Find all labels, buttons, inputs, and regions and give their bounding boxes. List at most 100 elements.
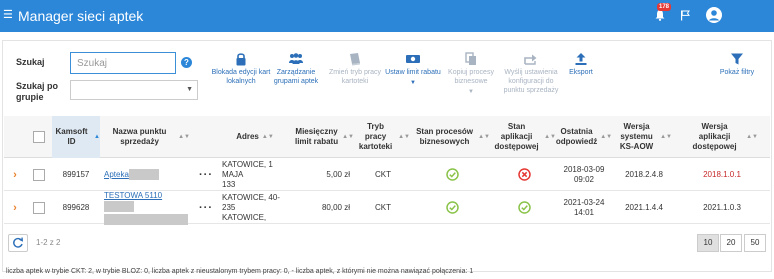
column-limit[interactable]: Miesięczny limit rabatu ▲▼ — [294, 116, 354, 158]
column-mode-label: Tryb pracy kartoteki — [358, 122, 393, 151]
mode-label-2: kartoteki — [341, 78, 369, 85]
share-icon — [524, 54, 537, 65]
app-title: Manager sieci aptek — [18, 8, 144, 24]
check-circle-icon — [445, 201, 459, 214]
select-all-checkbox[interactable] — [33, 131, 45, 143]
address-line-2: KATOWICE, — [222, 212, 267, 222]
cell-mode: CKT — [375, 169, 391, 179]
check-circle-icon — [445, 168, 459, 181]
cell-app-state — [492, 158, 556, 191]
column-last-reply[interactable]: Ostatnia odpowiedź ▲▼ — [555, 116, 612, 158]
cell-system-version: 2018.2.4.8 — [625, 169, 663, 179]
column-name[interactable]: Nazwa punktu sprzedaży ▲▼ — [104, 116, 190, 158]
top-bar: ☰ Manager sieci aptek 178 — [0, 0, 774, 32]
discount-label: Ustaw limit rabatu — [385, 69, 441, 76]
cell-address: KATOWICE, 1 MAJA 133 — [222, 158, 292, 191]
redacted-block — [104, 200, 134, 212]
cell-last-reply: 2021-03-24 14:01 — [558, 191, 610, 224]
column-kamsoft-id[interactable]: Kamsoft ID ▲ — [52, 116, 100, 158]
row-checkbox-cell — [30, 191, 48, 224]
table-row[interactable]: › 899628 TESTOWA 5110 ··· KATOWICE, 40-2… — [4, 191, 770, 225]
column-app-state-label: Stan aplikacji dostępowej — [494, 122, 539, 151]
address-line-2: 133 — [222, 179, 236, 189]
last-reply-time: 09:02 — [573, 174, 594, 184]
cell-address: KATOWICE, 40-235 KATOWICE, — [222, 191, 292, 224]
copy-icon — [465, 52, 476, 65]
cell-app-version: 2021.1.0.3 — [703, 202, 741, 212]
page-size-20[interactable]: 20 — [720, 234, 742, 252]
last-reply-time: 14:01 — [573, 207, 594, 217]
send-label-2: konfiguracji do — [508, 78, 554, 85]
row-checkbox[interactable] — [33, 201, 45, 214]
column-mode[interactable]: Tryb pracy kartoteki ▲▼ — [356, 116, 410, 158]
chevron-down-icon: ▼ — [468, 89, 474, 95]
row-checkbox[interactable] — [33, 168, 45, 181]
user-avatar-icon[interactable] — [706, 7, 722, 23]
search-label: Szukaj — [16, 57, 45, 67]
chevron-right-icon[interactable]: › — [13, 202, 17, 213]
column-app-version-label: Wersja aplikacji dostępowej — [692, 122, 737, 151]
pharmacy-link[interactable]: TESTOWA 5110 — [104, 191, 162, 200]
filters-label: Pokaż filtry — [719, 69, 755, 76]
cell-name: Apteka — [104, 158, 190, 191]
column-app-version[interactable]: Wersja aplikacji dostępowej ▲▼ — [686, 116, 758, 158]
sort-icon: ▲▼ — [342, 134, 354, 140]
expand-cell: › — [8, 191, 22, 224]
chevron-right-icon[interactable]: › — [13, 169, 17, 180]
cell-limit: 80,00 zł — [321, 202, 350, 212]
hamburger-icon[interactable]: ☰ — [3, 10, 13, 21]
money-icon — [406, 55, 420, 63]
table-row[interactable]: › 899157 Apteka ··· KATOWICE, 1 MAJA 133 … — [4, 158, 770, 191]
copy-label-1: Kopiuj procesy — [448, 69, 494, 76]
address-line-1: KATOWICE, 1 MAJA — [222, 159, 273, 179]
copy-processes-button[interactable]: Kopiuj procesy biznesowe ▼ — [439, 52, 503, 97]
refresh-button[interactable] — [8, 234, 28, 252]
column-system-version[interactable]: Wersja systemu KS-AOW ▲▼ — [616, 116, 672, 158]
cell-last-reply: 2018-03-09 09:02 — [558, 158, 610, 191]
column-app-state[interactable]: Stan aplikacji dostępowej ▲▼ — [492, 116, 556, 158]
sort-icon: ▲▼ — [261, 134, 274, 140]
export-button[interactable]: Eksport — [549, 52, 613, 77]
sort-icon: ▲▼ — [398, 134, 410, 140]
cell-app-version: 2018.1.0.1 — [703, 169, 741, 179]
error-circle-icon — [517, 168, 531, 181]
column-processes-label: Stan procesów biznesowych — [416, 127, 473, 146]
redacted-block — [104, 213, 188, 225]
sort-icon: ▲▼ — [178, 134, 190, 140]
column-processes[interactable]: Stan procesów biznesowych ▲▼ — [414, 116, 490, 158]
column-last-reply-label: Ostatnia odpowiedź — [555, 127, 598, 146]
group-label: Szukaj po grupie — [16, 81, 58, 103]
redacted-block — [128, 169, 159, 180]
manage-groups-button[interactable]: Zarządzanie grupami aptek — [264, 52, 328, 86]
cell-limit: 5,00 zł — [326, 169, 350, 179]
table-header: Kamsoft ID ▲ Nazwa punktu sprzedaży ▲▼ Adr… — [4, 116, 770, 158]
mode-label-1: Zmień tryb pracy — [328, 69, 382, 76]
sort-asc-icon: ▲ — [94, 134, 100, 140]
expand-cell: › — [8, 158, 22, 191]
more-options-icon[interactable]: ··· — [199, 169, 213, 180]
show-filters-button[interactable]: Pokaż filtry — [705, 52, 769, 77]
sort-icon: ▲▼ — [660, 134, 672, 140]
sort-icon: ▲▼ — [544, 134, 556, 140]
more-options-icon[interactable]: ··· — [199, 202, 213, 213]
group-label-line2: grupie — [16, 92, 44, 102]
search-input[interactable]: Szukaj — [70, 52, 176, 74]
page-size-50[interactable]: 50 — [744, 234, 766, 252]
column-address[interactable]: Adres ▲▼ — [222, 116, 288, 158]
flag-icon[interactable] — [680, 10, 690, 21]
footer-summary: liczba aptek w trybie CKT: 2, w trybie B… — [6, 268, 474, 275]
cell-mode: CKT — [375, 202, 391, 212]
send-label-3: punktu sprzedaży — [503, 87, 559, 94]
cell-app-state — [492, 191, 556, 224]
export-label: Eksport — [569, 69, 593, 76]
page-size-10[interactable]: 10 — [697, 234, 719, 252]
help-icon[interactable]: ? — [181, 57, 192, 68]
cell-name: TESTOWA 5110 — [104, 191, 190, 225]
change-mode-button[interactable]: Zmień tryb pracy kartoteki — [323, 52, 387, 86]
pharmacy-link[interactable]: Apteka — [104, 170, 129, 180]
set-discount-limit-button[interactable]: Ustaw limit rabatu ▼ — [381, 52, 445, 88]
group-select[interactable]: ▼ — [70, 80, 198, 100]
lock-icon — [236, 53, 246, 66]
cell-processes — [414, 191, 490, 224]
last-reply-date: 2021-03-24 — [563, 197, 605, 207]
